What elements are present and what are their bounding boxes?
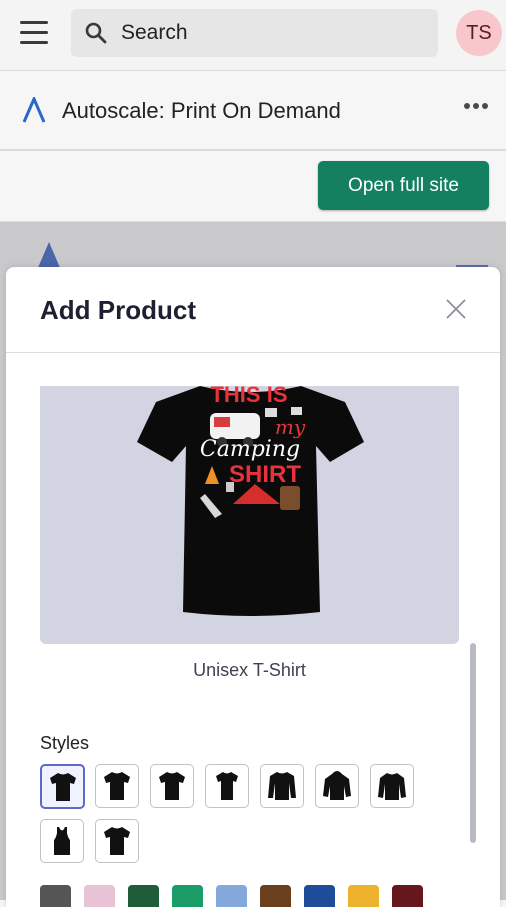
product-image: THIS IS my Camping SHIRT bbox=[40, 386, 459, 644]
style-option-tshirt[interactable] bbox=[95, 764, 139, 808]
color-option[interactable] bbox=[392, 885, 423, 907]
sweatshirt-icon bbox=[378, 773, 406, 800]
tshirt-mockup: THIS IS my Camping SHIRT bbox=[137, 386, 364, 616]
product-name: Unisex T-Shirt bbox=[193, 660, 306, 680]
style-option-tank-top[interactable] bbox=[40, 819, 84, 863]
color-option[interactable] bbox=[260, 885, 291, 907]
app-title: Autoscale: Print On Demand bbox=[62, 98, 341, 123]
style-option-long-sleeve[interactable] bbox=[260, 764, 304, 808]
more-options-icon[interactable] bbox=[463, 102, 489, 110]
style-option-tshirt[interactable] bbox=[205, 764, 249, 808]
action-bar: Open full site bbox=[0, 151, 506, 222]
color-option[interactable] bbox=[40, 885, 71, 907]
color-option[interactable] bbox=[304, 885, 335, 907]
search-field[interactable]: Search bbox=[71, 9, 438, 57]
open-full-site-button[interactable]: Open full site bbox=[318, 161, 489, 210]
style-option-tshirt[interactable] bbox=[95, 819, 139, 863]
scrollbar[interactable] bbox=[470, 643, 476, 843]
tshirt-icon bbox=[104, 827, 130, 855]
shirt-text-line-1: THIS IS bbox=[210, 386, 287, 407]
search-placeholder: Search bbox=[121, 21, 188, 44]
tshirt-icon bbox=[159, 772, 185, 800]
style-option-tshirt[interactable] bbox=[150, 764, 194, 808]
avatar[interactable]: TS bbox=[456, 10, 502, 56]
modal-title: Add Product bbox=[40, 295, 196, 325]
add-product-modal: Add Product THIS IS my Camping SHIRT Uni… bbox=[6, 267, 500, 907]
style-option-sweatshirt[interactable] bbox=[370, 764, 414, 808]
color-option[interactable] bbox=[128, 885, 159, 907]
shirt-text-line-4: SHIRT bbox=[229, 461, 301, 488]
tshirt-icon bbox=[50, 773, 76, 801]
styles-label: Styles bbox=[40, 733, 90, 753]
modal-header: Add Product bbox=[6, 267, 500, 353]
style-option-tshirt[interactable] bbox=[40, 764, 85, 809]
close-icon[interactable] bbox=[446, 299, 466, 319]
color-option[interactable] bbox=[84, 885, 115, 907]
search-icon bbox=[85, 22, 107, 44]
style-option-hoodie[interactable] bbox=[315, 764, 359, 808]
menu-icon[interactable] bbox=[20, 21, 48, 45]
tshirt-icon bbox=[216, 772, 238, 800]
color-option[interactable] bbox=[348, 885, 379, 907]
shirt-text-line-2: my bbox=[275, 415, 306, 439]
top-bar: Search TS bbox=[0, 0, 506, 71]
shirt-text-line-3: Camping bbox=[200, 437, 300, 462]
tshirt-icon bbox=[104, 772, 130, 800]
tank-top-icon bbox=[54, 827, 70, 855]
color-option[interactable] bbox=[216, 885, 247, 907]
app-logo-icon bbox=[22, 97, 46, 123]
background-app-logo-icon bbox=[37, 242, 61, 270]
long-sleeve-icon bbox=[268, 772, 296, 800]
app-header: Autoscale: Print On Demand bbox=[0, 71, 506, 151]
hoodie-icon bbox=[323, 771, 351, 800]
color-option[interactable] bbox=[172, 885, 203, 907]
